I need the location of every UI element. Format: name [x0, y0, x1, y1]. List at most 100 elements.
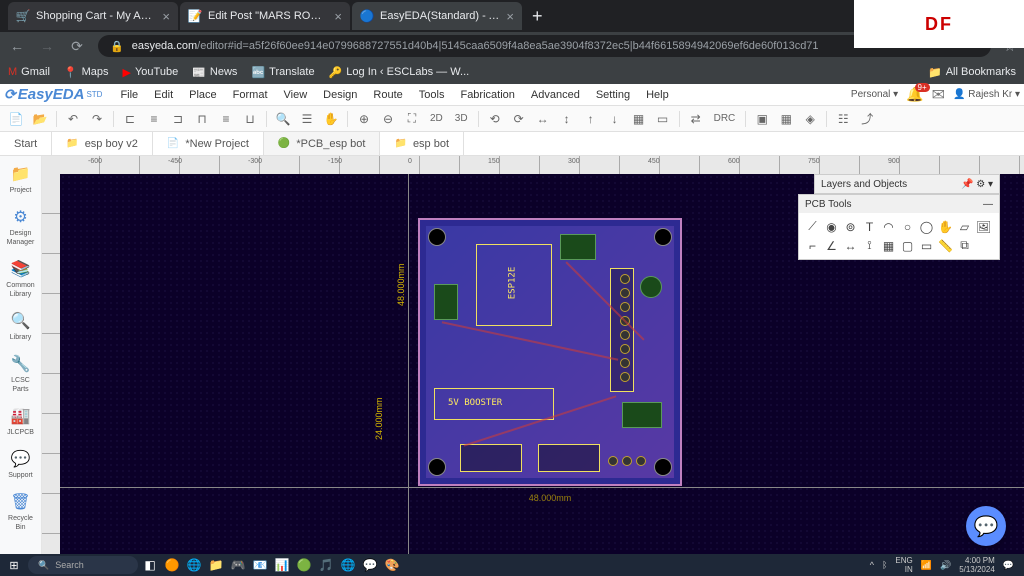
task-app[interactable]: 🌐 — [184, 555, 204, 575]
start-button[interactable]: ⊞ — [4, 555, 24, 575]
sidebar-recycle-bin[interactable]: 🗑Recycle Bin — [3, 488, 39, 536]
close-icon[interactable]: × — [162, 9, 170, 24]
pick-button[interactable]: ◈ — [800, 109, 820, 129]
copper-tool[interactable]: ▦ — [879, 236, 898, 255]
track-tool[interactable]: ⟋ — [803, 217, 822, 236]
angle-tool[interactable]: ∠ — [822, 236, 841, 255]
menu-edit[interactable]: Edit — [146, 87, 181, 103]
minimize-icon[interactable]: — — [983, 199, 993, 210]
pin-icon[interactable]: 📌 — [961, 179, 973, 190]
align-middle-button[interactable]: ≡ — [216, 109, 236, 129]
taskbar-search[interactable]: 🔍Search — [28, 556, 138, 574]
rect-tool[interactable]: ▭ — [917, 236, 936, 255]
browser-tab[interactable]: 🛒 Shopping Cart - My Account - PCB × — [8, 2, 178, 30]
align-left-button[interactable]: ⊏ — [120, 109, 140, 129]
rotate-right-button[interactable]: ⟳ — [509, 109, 529, 129]
undo-button[interactable]: ↶ — [63, 109, 83, 129]
user-menu[interactable]: 👤 Rajesh Kr ▾ — [953, 89, 1020, 100]
bookmark-translate[interactable]: 🔤Translate — [251, 66, 314, 79]
doc-tab-espboy[interactable]: 📁esp boy v2 — [52, 132, 153, 155]
rect-button[interactable]: ▭ — [653, 109, 673, 129]
task-app[interactable]: 📊 — [272, 555, 292, 575]
task-app[interactable]: 💬 — [360, 555, 380, 575]
browser-tab-active[interactable]: 🔵 EasyEDA(Standard) - A Simple and × — [352, 2, 522, 30]
drc-button[interactable]: DRC — [710, 113, 740, 124]
menu-view[interactable]: View — [276, 87, 316, 103]
task-app[interactable]: 🌐 — [338, 555, 358, 575]
back-button[interactable]: ← — [8, 38, 26, 54]
sidebar-library[interactable]: 🔍Library — [3, 307, 39, 346]
browser-tab[interactable]: 📝 Edit Post "MARS ROVER USING N... × — [180, 2, 350, 30]
rotate-left-button[interactable]: ⟲ — [485, 109, 505, 129]
gerber-button[interactable]: ▦ — [776, 109, 796, 129]
component-connector[interactable] — [460, 444, 522, 472]
text-tool[interactable]: T — [860, 217, 879, 236]
view-2d-button[interactable]: 2D — [426, 113, 447, 124]
task-app[interactable]: 📁 — [206, 555, 226, 575]
reload-button[interactable]: ⟳ — [68, 38, 86, 55]
forward-button[interactable]: → — [38, 38, 56, 54]
sidebar-lcsc[interactable]: 🔧LCSC Parts — [3, 350, 39, 398]
menu-design[interactable]: Design — [315, 87, 365, 103]
fit-button[interactable]: ⛶ — [402, 109, 422, 129]
redo-button[interactable]: ↷ — [87, 109, 107, 129]
pad-tool[interactable]: ◉ — [822, 217, 841, 236]
canvas-area[interactable]: -600-450-300-1500150300450600750900 48.0… — [42, 156, 1024, 554]
bom-button[interactable]: ▣ — [752, 109, 772, 129]
layers-panel[interactable]: Layers and Objects 📌 ⚙ ▾ — [814, 174, 1000, 194]
line-tool[interactable]: ⌐ — [803, 236, 822, 255]
menu-place[interactable]: Place — [181, 87, 225, 103]
filter-button[interactable]: ✋ — [321, 109, 341, 129]
export-button[interactable]: ⤴ — [857, 109, 877, 129]
tray-notifications-icon[interactable]: 💬 — [1003, 560, 1014, 571]
menu-setting[interactable]: Setting — [588, 87, 638, 103]
zoom-out-button[interactable]: ⊖ — [378, 109, 398, 129]
task-app[interactable]: 🟢 — [294, 555, 314, 575]
group-tool[interactable]: ⧉ — [955, 236, 974, 255]
layer-stack-button[interactable]: ☷ — [833, 109, 853, 129]
messages-icon[interactable]: ✉ — [932, 85, 945, 105]
bookmark-gmail[interactable]: MGmail — [8, 66, 50, 78]
sidebar-project[interactable]: 📁Project — [3, 160, 39, 199]
doc-tab-pcb-espbot[interactable]: 🟢*PCB_esp bot — [264, 132, 381, 155]
align-top-button[interactable]: ⊓ — [192, 109, 212, 129]
connect-tool[interactable]: ⟟ — [860, 236, 879, 255]
solid-tool[interactable]: ▢ — [898, 236, 917, 255]
menu-help[interactable]: Help — [638, 87, 677, 103]
grid-button[interactable]: ▦ — [629, 109, 649, 129]
doc-tab-start[interactable]: Start — [0, 132, 52, 155]
bookmark-youtube[interactable]: ▶YouTube — [123, 66, 179, 79]
chat-button[interactable]: 💬 — [966, 506, 1006, 546]
align-center-button[interactable]: ≡ — [144, 109, 164, 129]
tray-wifi-icon[interactable]: 📶 — [921, 560, 932, 571]
tray-language[interactable]: ENGIN — [895, 556, 912, 574]
pcb-canvas[interactable]: 48.000mm 24.000mm ESP12E 5V BO — [60, 174, 1024, 554]
tray-clock[interactable]: 4:00 PM5/13/2024 — [959, 556, 995, 574]
dimension-tool[interactable]: ↔ — [841, 236, 860, 255]
move-up-button[interactable]: ↑ — [581, 109, 601, 129]
layers-button[interactable]: ☰ — [297, 109, 317, 129]
bookmark-esclabs[interactable]: 🔑Log In ‹ ESCLabs — W... — [329, 66, 470, 79]
doc-tab-newproject[interactable]: 📄*New Project — [153, 132, 264, 155]
gear-icon[interactable]: ⚙ — [976, 179, 985, 190]
zoom-in-button[interactable]: ⊕ — [354, 109, 374, 129]
menu-route[interactable]: Route — [365, 87, 410, 103]
bookmark-maps[interactable]: 📍Maps — [64, 66, 109, 79]
expand-icon[interactable]: ▾ — [988, 179, 993, 190]
task-app[interactable]: 🟠 — [162, 555, 182, 575]
task-view[interactable]: ◧ — [140, 555, 160, 575]
close-icon[interactable]: × — [334, 9, 342, 24]
via-tool[interactable]: ⊚ — [841, 217, 860, 236]
align-right-button[interactable]: ⊐ — [168, 109, 188, 129]
measure-tool[interactable]: 📏 — [936, 236, 955, 255]
image-tool[interactable]: 🖼 — [974, 217, 993, 236]
task-app[interactable]: 🎮 — [228, 555, 248, 575]
hole-tool[interactable]: ◯ — [917, 217, 936, 236]
tray-volume-icon[interactable]: 🔊 — [940, 560, 951, 571]
site-info-icon[interactable]: 🔒 — [110, 40, 124, 53]
circle-tool[interactable]: ○ — [898, 217, 917, 236]
all-bookmarks[interactable]: 📁All Bookmarks — [928, 66, 1016, 79]
pcb-board[interactable]: ESP12E 5V BOOSTER — [418, 218, 682, 486]
zoom-button[interactable]: 🔍 — [273, 109, 293, 129]
pcb-tools-panel[interactable]: PCB Tools — ⟋ ◉ ⊚ T ◠ ○ ◯ ✋ ▱ 🖼 ⌐ — [798, 194, 1000, 260]
